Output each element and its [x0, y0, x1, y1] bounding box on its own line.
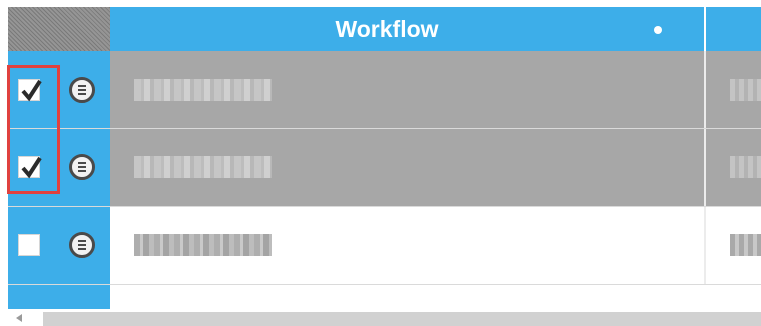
row-divider [8, 284, 761, 285]
column-header-workflow[interactable]: Workflow [110, 7, 664, 51]
scrollbar-thumb[interactable] [43, 312, 761, 326]
row-divider [8, 206, 761, 207]
select-all-header[interactable] [8, 7, 110, 51]
row-checkbox[interactable] [18, 234, 40, 256]
table-row[interactable] [110, 285, 761, 309]
sort-indicator-icon[interactable] [654, 26, 662, 34]
next-column-cell-redacted[interactable] [730, 156, 761, 178]
row-menu-icon[interactable] [69, 77, 95, 103]
row-divider [8, 128, 761, 129]
next-column-cell-redacted[interactable] [730, 234, 761, 256]
chevron-left-icon[interactable] [14, 313, 24, 323]
row-menu-icon[interactable] [69, 154, 95, 180]
checkbox-highlight-box [7, 65, 60, 194]
column-divider[interactable] [704, 7, 706, 51]
workflow-cell-redacted[interactable] [134, 156, 272, 178]
next-column-cell-redacted[interactable] [730, 79, 761, 101]
column-divider [704, 51, 706, 284]
workflow-cell-redacted[interactable] [134, 234, 272, 256]
workflow-cell-redacted[interactable] [134, 79, 272, 101]
row-menu-icon[interactable] [69, 232, 95, 258]
